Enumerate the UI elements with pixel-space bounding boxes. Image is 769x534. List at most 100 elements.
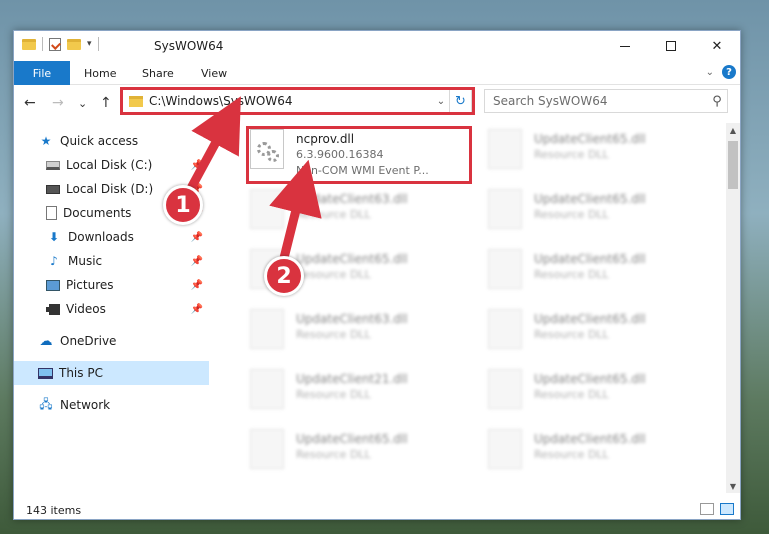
navigation-bar: ← → ⌄ ↑ C:\Windows\SysWOW64 ⌄ ↻ Search S… [14,85,740,121]
file-name: UpdateClient21.dll [296,372,408,386]
sidebar-item-downloads[interactable]: ⬇ Downloads 📌 [14,225,209,249]
scroll-down-icon[interactable]: ▼ [726,479,740,493]
sidebar-item-music[interactable]: ♪ Music 📌 [14,249,209,273]
list-item[interactable]: UpdateClient65.dll Resource DLL [488,129,708,179]
sidebar-item-label: OneDrive [60,334,117,348]
file-name: UpdateClient65.dll [534,192,646,206]
file-description: Resource DLL [534,388,609,401]
dll-file-icon [488,369,522,409]
file-description: Resource DLL [296,328,371,341]
sidebar-item-label: Network [60,398,111,412]
music-icon: ♪ [50,254,58,268]
list-item[interactable]: UpdateClient65.dll Resource DLL [488,189,708,239]
tab-share[interactable]: Share [142,61,174,85]
search-box[interactable]: Search SysWOW64 ⚲ [484,89,728,113]
sidebar-item-label: Documents [63,206,132,220]
status-bar: 143 items [14,499,740,521]
list-item[interactable]: UpdateClient63.dll Resource DLL [250,189,470,239]
file-description: Resource DLL [534,268,609,281]
file-name: UpdateClient65.dll [296,252,408,266]
minimize-button[interactable] [602,31,648,61]
step-badge-2: 2 [264,256,304,296]
pin-icon: 📌 [190,159,203,171]
sidebar-item-label: Downloads [68,230,134,244]
close-icon: ✕ [711,38,723,54]
cloud-icon: ☁ [39,333,53,349]
file-name: UpdateClient65.dll [534,252,646,266]
window-controls: ✕ [602,31,740,61]
file-description: Resource DLL [534,208,609,221]
drive-icon [46,160,60,170]
file-explorer-window: ▾ SysWOW64 ✕ File Home Share View ⌄ ? ← … [13,30,741,520]
scroll-thumb[interactable] [728,141,738,189]
folder-icon[interactable] [22,38,36,50]
list-item[interactable]: UpdateClient65.dll Resource DLL [488,429,708,479]
address-path[interactable]: C:\Windows\SysWOW64 [149,94,433,108]
new-folder-icon[interactable] [67,38,81,50]
tab-view[interactable]: View [201,61,227,85]
navigation-pane: ★ Quick access Local Disk (C:) 📌 Local D… [14,123,209,493]
sidebar-item-onedrive[interactable]: ☁ OneDrive [14,329,209,353]
window-title: SysWOW64 [154,39,224,53]
divider [42,37,43,51]
list-item[interactable]: UpdateClient65.dll Resource DLL [488,309,708,359]
back-button[interactable]: ← [24,95,36,111]
dll-file-icon [488,129,522,169]
sidebar-item-network[interactable]: 🖧 Network [14,393,209,417]
sidebar-item-label: Local Disk (C:) [66,158,153,172]
dll-file-icon [488,249,522,289]
file-description: Resource DLL [296,388,371,401]
file-name: UpdateClient65.dll [534,372,646,386]
download-icon: ⬇ [48,230,60,244]
tab-file[interactable]: File [14,61,70,85]
close-button[interactable]: ✕ [694,31,740,61]
sidebar-item-label: Videos [66,302,106,316]
dll-file-icon [250,309,284,349]
file-list: ncprov.dll 6.3.9600.16384 Non-COM WMI Ev… [226,123,726,493]
sidebar-item-label: Music [68,254,103,268]
properties-icon[interactable] [49,37,61,51]
scroll-up-icon[interactable]: ▲ [726,123,740,137]
forward-button[interactable]: → [52,95,64,111]
up-button[interactable]: ↑ [100,95,112,111]
details-view-icon[interactable] [700,503,714,515]
search-input[interactable]: Search SysWOW64 [493,94,707,108]
file-name: UpdateClient65.dll [534,312,646,326]
expand-ribbon-icon[interactable]: ⌄ [706,67,714,78]
search-icon[interactable]: ⚲ [707,94,727,109]
quick-access-toolbar: ▾ [22,37,99,51]
customize-toolbar-icon[interactable]: ▾ [87,39,92,49]
sidebar-item-label: Local Disk (D:) [66,182,154,196]
sidebar-item-local-disk-c[interactable]: Local Disk (C:) 📌 [14,153,209,177]
sidebar-item-videos[interactable]: Videos 📌 [14,297,209,321]
sidebar-item-pictures[interactable]: Pictures 📌 [14,273,209,297]
file-description: Resource DLL [534,448,609,461]
drive-icon [46,184,60,194]
list-item[interactable]: UpdateClient65.dll Resource DLL [488,249,708,299]
list-item[interactable]: UpdateClient65.dll Resource DLL [488,369,708,419]
pin-icon: 📌 [190,255,203,267]
list-item[interactable]: UpdateClient21.dll Resource DLL [250,369,470,419]
chevron-down-icon[interactable]: ⌄ [433,96,449,107]
pictures-icon [46,279,60,291]
address-bar[interactable]: C:\Windows\SysWOW64 ⌄ ↻ [122,89,472,113]
list-item[interactable]: UpdateClient65.dll Resource DLL [250,429,470,479]
help-icon[interactable]: ? [722,65,736,79]
dll-file-icon [250,189,284,229]
dll-file-icon [250,369,284,409]
sidebar-item-quick-access[interactable]: ★ Quick access [14,129,209,153]
sidebar-item-this-pc[interactable]: This PC [14,361,209,385]
maximize-button[interactable] [648,31,694,61]
sidebar-item-label: This PC [59,366,103,380]
vertical-scrollbar[interactable]: ▲ ▼ [726,123,740,493]
tab-home[interactable]: Home [84,61,116,85]
file-description: Resource DLL [296,268,371,281]
sidebar-item-label: Quick access [60,134,139,148]
file-description: Resource DLL [534,148,609,161]
refresh-button[interactable]: ↻ [449,90,471,112]
recent-locations-button[interactable]: ⌄ [78,97,87,110]
list-item[interactable]: UpdateClient63.dll Resource DLL [250,309,470,359]
file-description: Resource DLL [534,328,609,341]
tiles-view-icon[interactable] [720,503,734,515]
ribbon-right-controls: ⌄ ? [706,65,736,79]
